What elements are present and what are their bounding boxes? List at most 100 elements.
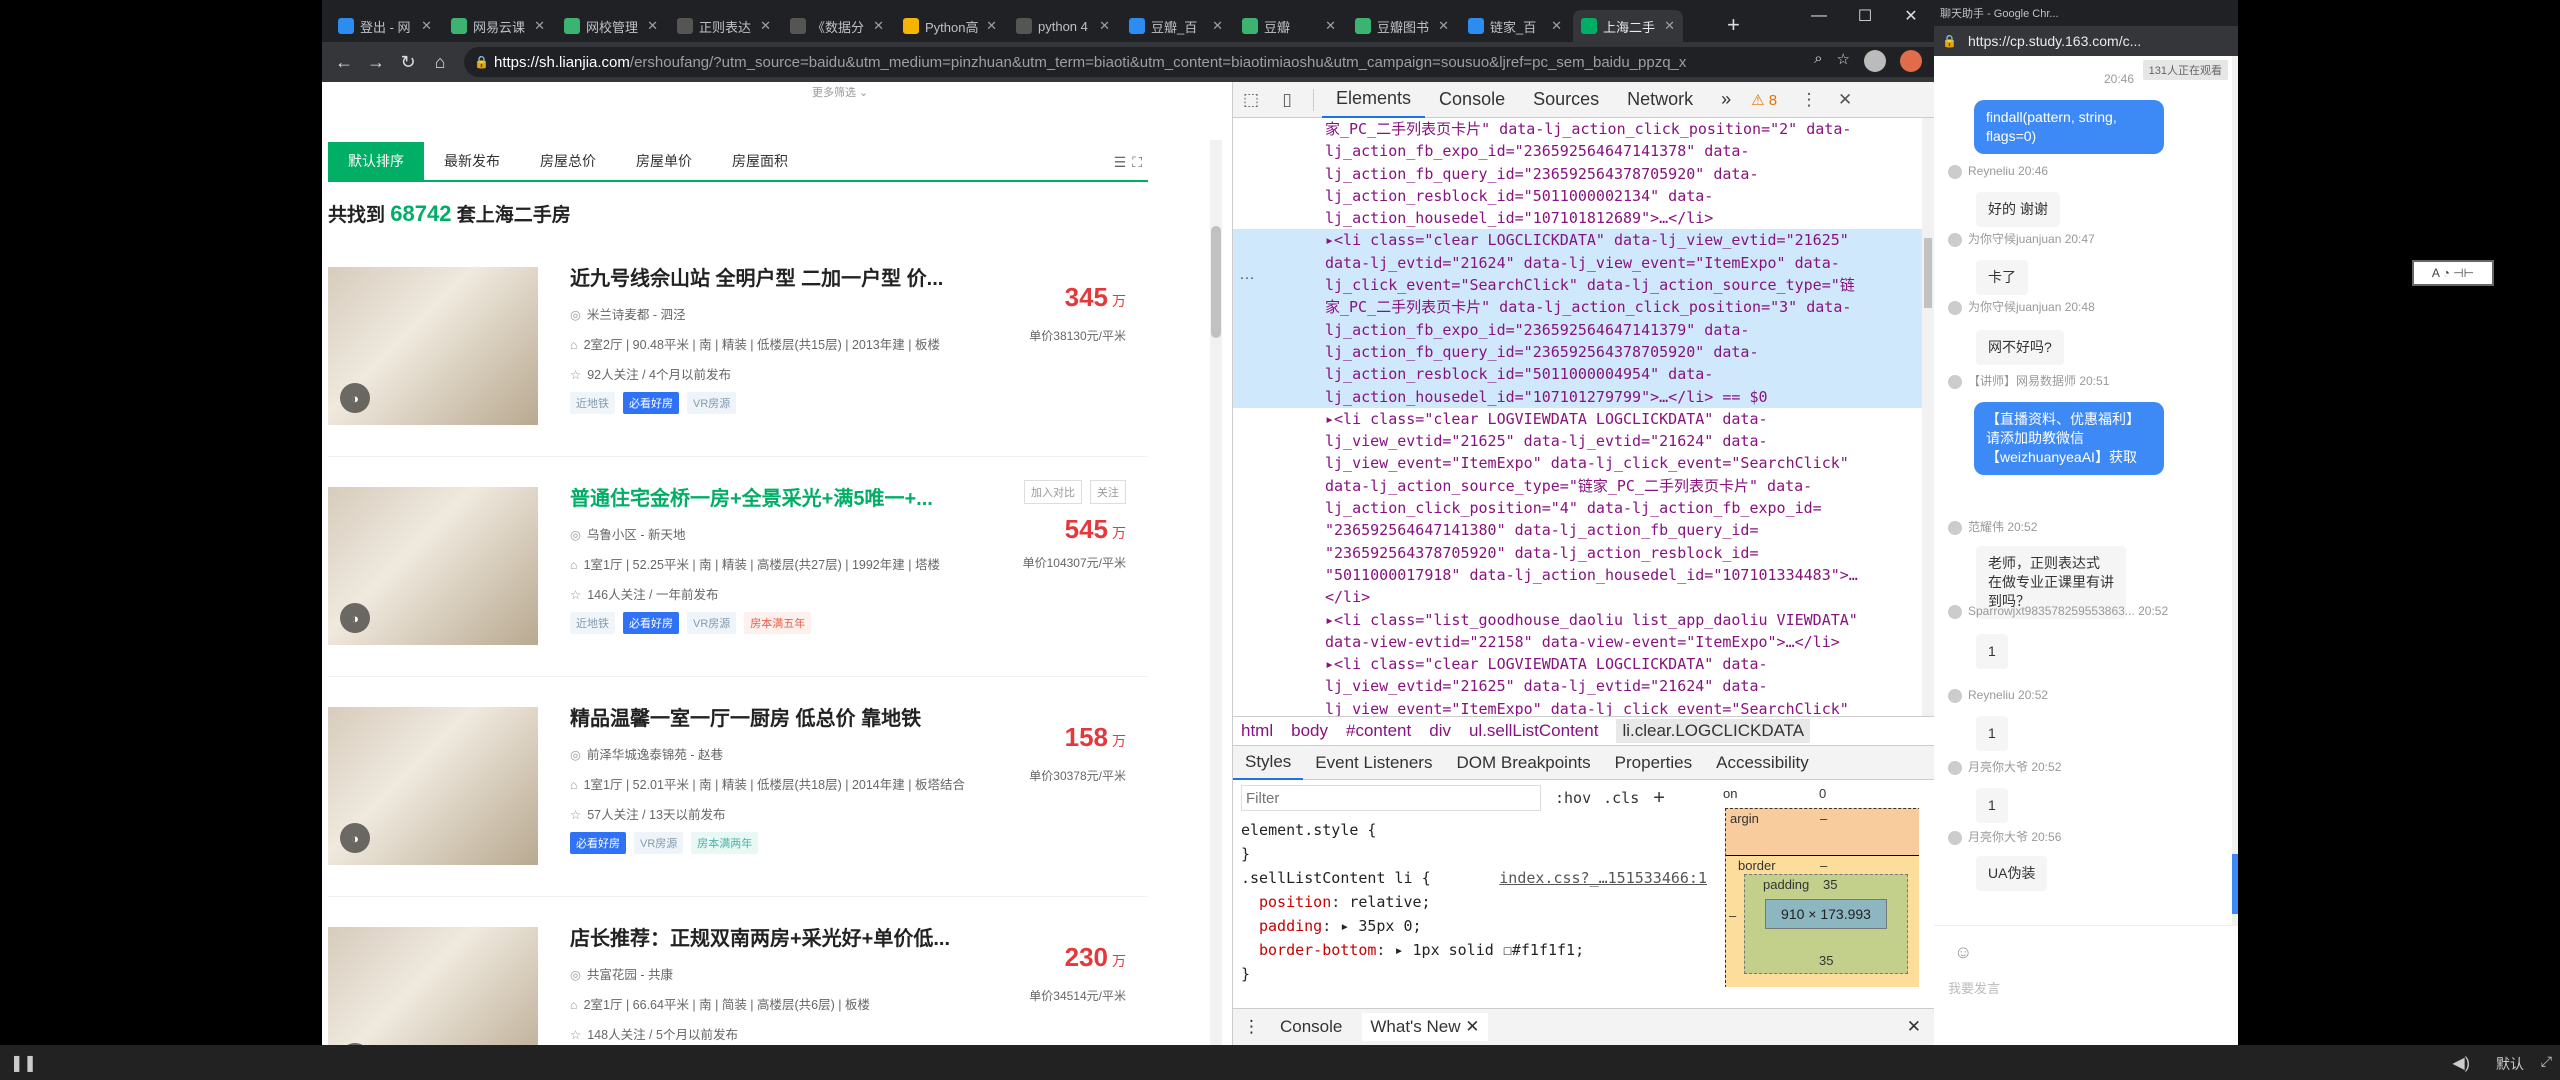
tab-console[interactable]: Console [1425, 82, 1519, 118]
drawer-tab-console[interactable]: Console [1280, 1017, 1342, 1037]
dom-line[interactable]: lj_view_event="ItemExpo" data-lj_click_e… [1233, 698, 1923, 716]
browser-tab[interactable]: 豆瓣图书 ✕ [1347, 10, 1457, 42]
listing-community[interactable]: 乌鲁小区 - 新天地 [587, 528, 686, 542]
listing-card[interactable]: ◑ 店长推荐：正规双南两房+采光好+单价低... ◎ 共富花园 - 共康 ⌂ 2室1厅 |… [328, 912, 1148, 1045]
new-tab-button[interactable]: + [1727, 12, 1740, 38]
fullscreen-icon[interactable]: ⤢ [2541, 1053, 2552, 1070]
sort-tab-area[interactable]: 房屋面积 [712, 142, 808, 180]
breadcrumb-item[interactable]: li.clear.LOGCLICKDATA [1616, 719, 1811, 743]
warnings-badge[interactable]: ⚠ 8 [1751, 91, 1777, 109]
browser-tab[interactable]: 登出 - 网 ✕ [330, 10, 440, 42]
view-toggle-icons[interactable]: ☰⛶ [1114, 154, 1148, 171]
tab-accessibility[interactable]: Accessibility [1704, 746, 1821, 780]
dom-scrollbar[interactable] [1922, 118, 1934, 716]
browser-tab[interactable]: 豆瓣_百 ✕ [1121, 10, 1231, 42]
dom-line[interactable]: ▸<li class="clear LOGVIEWDATA LOGCLICKDA… [1233, 653, 1923, 675]
tab-close-icon[interactable]: ✕ [1551, 18, 1562, 34]
browser-tab[interactable]: Python高 ✕ [895, 10, 1005, 42]
styles-filter-input[interactable] [1241, 785, 1541, 811]
tab-close-icon[interactable]: ✕ [1325, 18, 1336, 34]
listing-title[interactable]: 店长推荐：正规双南两房+采光好+单价低... [570, 922, 950, 951]
bookmark-star-icon[interactable]: ☆ [1837, 50, 1850, 72]
breadcrumb-item[interactable]: div [1429, 721, 1451, 741]
browser-tab[interactable]: 网校管理 ✕ [556, 10, 666, 42]
page-scrollbar[interactable] [1210, 140, 1222, 1045]
forward-icon[interactable]: → [360, 52, 392, 73]
dom-line[interactable]: lj_action_click_position="4" data-lj_act… [1233, 497, 1923, 519]
drawer-tab-whats-new[interactable]: What's New ✕ [1362, 1013, 1488, 1041]
tab-close-icon[interactable]: ✕ [760, 18, 771, 34]
dom-node-ellipsis[interactable]: … [1239, 266, 1255, 284]
compare-button[interactable]: 加入对比 [1024, 480, 1082, 504]
dom-line[interactable]: lj_action_housedel_id="107101812689">…</… [1233, 207, 1923, 229]
dom-line[interactable]: "236592564647141380" data-lj_action_fb_q… [1233, 519, 1923, 541]
follow-button[interactable]: 关注 [1090, 480, 1126, 504]
browser-tab[interactable]: 网易云课 ✕ [443, 10, 553, 42]
chat-scrollbar[interactable] [2232, 56, 2238, 925]
pause-icon[interactable]: ❚❚ [10, 1053, 37, 1073]
volume-icon[interactable]: ◀) [2452, 1053, 2470, 1073]
dom-tree[interactable]: 家_PC_二手列表页卡片" data-lj_action_click_posit… [1233, 118, 1923, 716]
tab-dom-breakpoints[interactable]: DOM Breakpoints [1444, 746, 1602, 780]
sort-tab-default[interactable]: 默认排序 [328, 142, 424, 180]
dom-line[interactable]: </li> [1233, 586, 1923, 608]
dom-line[interactable]: lj_action_fb_query_id="23659256437870592… [1233, 163, 1923, 185]
dom-line[interactable]: "236592564378705920" data-lj_action_resb… [1233, 542, 1923, 564]
sort-tab-unit-price[interactable]: 房屋单价 [616, 142, 712, 180]
minimize-button[interactable]: — [1796, 0, 1842, 32]
dom-line-selected[interactable]: lj_action_resblock_id="5011000004954" da… [1233, 363, 1923, 386]
chat-url-bar[interactable]: 🔒 https://cp.study.163.com/c... [1934, 26, 2238, 56]
chat-input-area[interactable]: ☺ 我要发言 [1934, 925, 2238, 1045]
listing-card[interactable]: ◑ 普通住宅金桥一房+全景采光+满5唯一+... ◎ 乌鲁小区 - 新天地 ⌂ 1室1厅 … [328, 472, 1148, 677]
vr-icon[interactable]: ◑ [340, 383, 370, 413]
browser-tab[interactable]: 上海二手 ✕ [1573, 10, 1683, 42]
dom-line-selected[interactable]: ▸<li class="clear LOGCLICKDATA" data-lj_… [1233, 229, 1923, 252]
dom-line[interactable]: data-view-evtid="22158" data-view-event=… [1233, 631, 1923, 653]
more-tabs-icon[interactable]: » [1707, 82, 1745, 118]
tab-close-icon[interactable]: ✕ [873, 18, 884, 34]
tab-event-listeners[interactable]: Event Listeners [1303, 746, 1444, 780]
tab-close-icon[interactable]: ✕ [647, 18, 658, 34]
profile-avatar[interactable] [1864, 50, 1886, 72]
browser-tab[interactable]: 《数据分 ✕ [782, 10, 892, 42]
dom-line-selected[interactable]: lj_action_fb_expo_id="236592564647141379… [1233, 318, 1923, 341]
sort-tab-total-price[interactable]: 房屋总价 [520, 142, 616, 180]
dom-line[interactable]: ▸<li class="list_goodhouse_daoliu list_a… [1233, 609, 1923, 631]
definition-selector[interactable]: 默认 [2496, 1054, 2524, 1074]
hover-state-toggle[interactable]: :hov [1555, 789, 1591, 807]
close-window-button[interactable]: ✕ [1888, 0, 1934, 32]
dom-line-selected[interactable]: lj_action_fb_query_id="23659256437870592… [1233, 340, 1923, 364]
listing-photo[interactable]: ◑ [328, 267, 538, 425]
tab-close-icon[interactable]: ✕ [1099, 18, 1110, 34]
dom-line[interactable]: lj_view_evtid="21625" data-lj_evtid="216… [1233, 430, 1923, 452]
dom-line[interactable]: lj_action_fb_expo_id="236592564647141378… [1233, 140, 1923, 162]
tab-close-icon[interactable]: ✕ [534, 18, 545, 34]
browser-tab[interactable]: 豆瓣 ✕ [1234, 10, 1344, 42]
listing-photo[interactable]: ◑ [328, 707, 538, 865]
tab-close-icon[interactable]: ✕ [986, 18, 997, 34]
breadcrumb-item[interactable]: body [1291, 721, 1328, 741]
inspect-element-icon[interactable]: ⬚ [1233, 90, 1269, 110]
css-declaration[interactable]: padding: ▸ 35px 0; [1241, 914, 1713, 938]
listing-card[interactable]: ◑ 近九号线佘山站 全明户型 二加一户型 价... ◎ 米兰诗麦都 - 泗泾 ⌂ 2室2厅… [328, 252, 1148, 457]
dom-line-selected[interactable]: data-lj_evtid="21624" data-lj_view_event… [1233, 251, 1923, 275]
tab-properties[interactable]: Properties [1603, 746, 1704, 780]
listing-title[interactable]: 近九号线佘山站 全明户型 二加一户型 价... [570, 262, 943, 291]
listing-community[interactable]: 共富花园 - 共康 [587, 968, 673, 982]
listing-community[interactable]: 前泽华城逸泰锦苑 - 赵巷 [587, 748, 723, 762]
breadcrumb-item[interactable]: html [1241, 721, 1273, 741]
maximize-button[interactable]: ☐ [1842, 0, 1888, 32]
extension-icon[interactable] [1900, 50, 1922, 72]
listing-title[interactable]: 普通住宅金桥一房+全景采光+满5唯一+... [570, 482, 933, 511]
tab-elements[interactable]: Elements [1322, 82, 1426, 118]
browser-tab[interactable]: python 4 ✕ [1008, 10, 1118, 42]
kebab-menu-icon[interactable]: ⋮ [1791, 90, 1827, 110]
stylesheet-link[interactable]: index.css?_…151533466:1 [1499, 866, 1707, 890]
tab-close-icon[interactable]: ✕ [1438, 18, 1449, 34]
dom-line-selected[interactable]: 家_PC_二手列表页卡片" data-lj_action_click_posit… [1233, 296, 1923, 319]
new-rule-icon[interactable]: + [1653, 787, 1665, 810]
zoom-icon[interactable]: ⌕ [1814, 50, 1822, 72]
emoji-icon[interactable]: ☺ [1954, 942, 1972, 963]
dom-line[interactable]: lj_view_event="ItemExpo" data-lj_click_e… [1233, 452, 1923, 474]
browser-tab[interactable]: 链家_百 ✕ [1460, 10, 1570, 42]
